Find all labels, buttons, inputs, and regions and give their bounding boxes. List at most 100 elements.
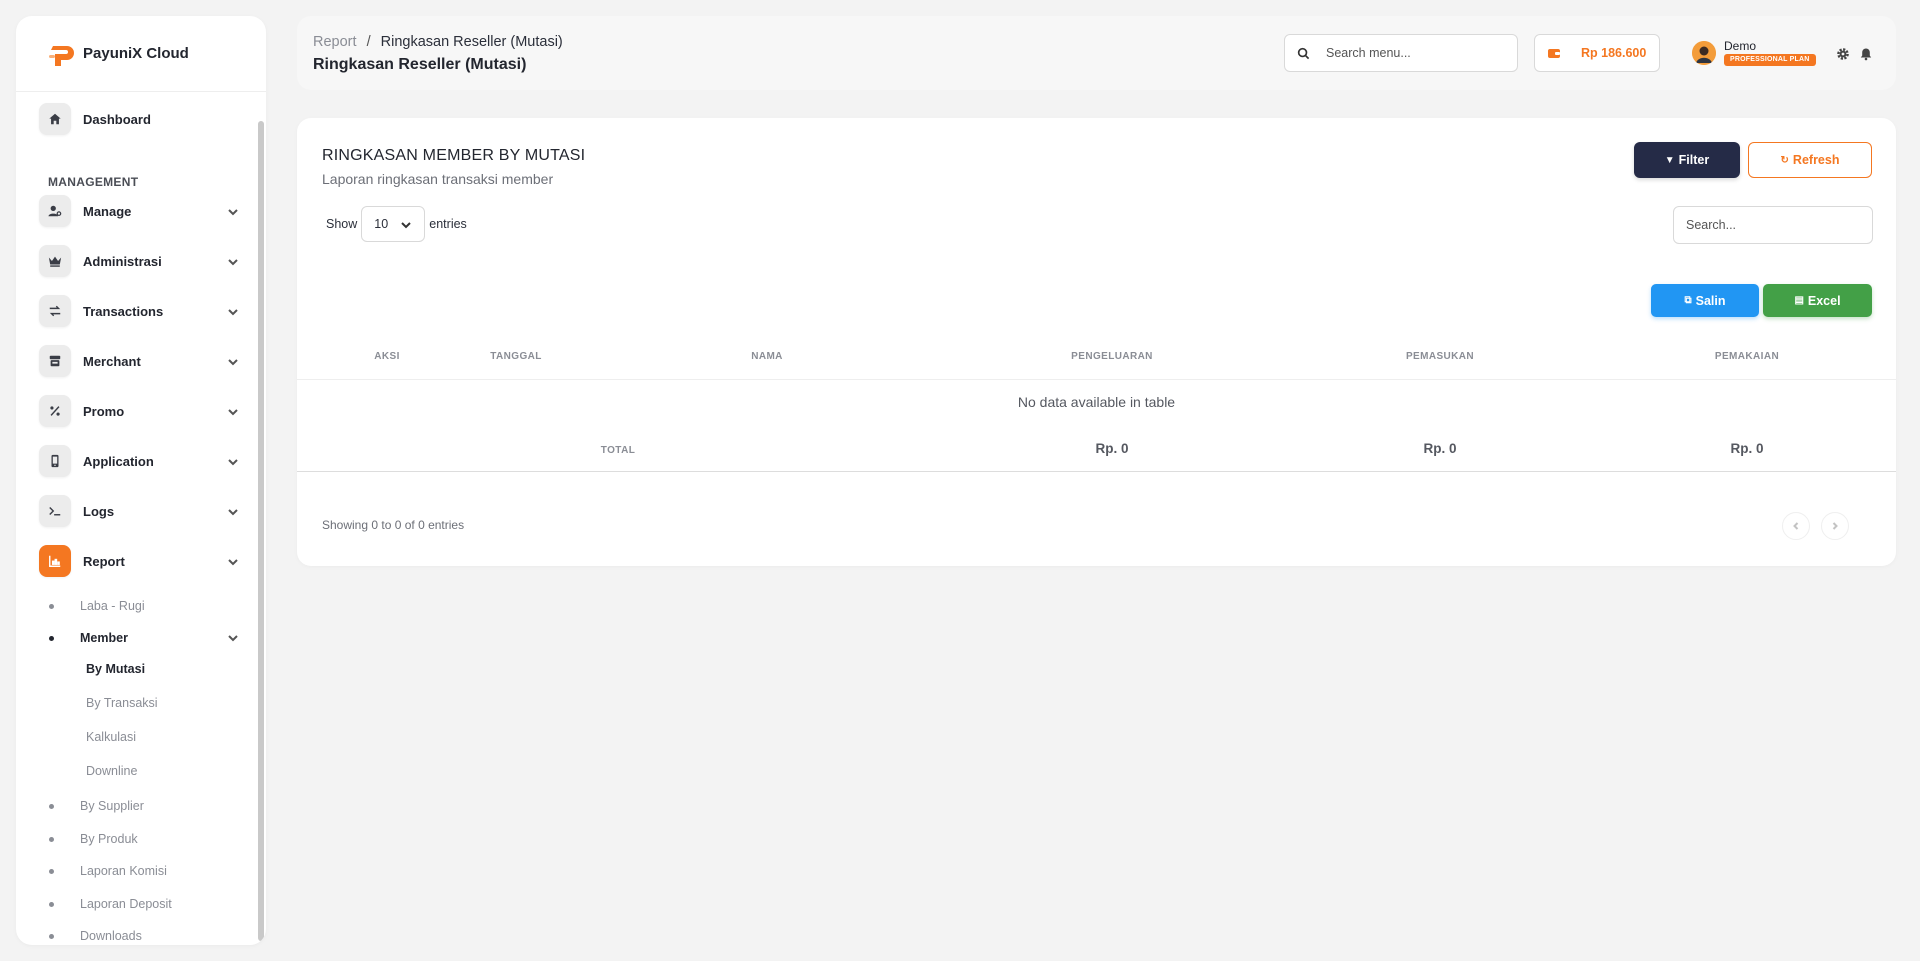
table-header-divider (297, 379, 1896, 380)
chevron-down-icon (227, 455, 239, 467)
sidebar-item-label: Promo (83, 403, 125, 419)
refresh-button-label: Refresh (1792, 153, 1840, 167)
sidebar-item-manage[interactable]: Manage (39, 193, 239, 229)
page-length-select[interactable]: 10 (361, 206, 426, 242)
sidebar-subitem-label: By Produk (80, 832, 138, 846)
sidebar-item-label: Report (83, 553, 125, 569)
column-header-tanggal[interactable]: TANGGAL (490, 351, 542, 362)
chevron-down-icon (227, 505, 239, 517)
total-pemakaian: Rp. 0 (1730, 441, 1764, 456)
chevron-down-icon (227, 632, 239, 644)
menu-search-input[interactable] (1326, 46, 1506, 60)
crown-icon (39, 245, 71, 277)
copy-button[interactable]: ⧉ Salin (1651, 284, 1759, 317)
sidebar-subsubitem-by-transaksi[interactable]: By Transaksi (86, 696, 158, 710)
sidebar-item-merchant[interactable]: Merchant (39, 343, 239, 379)
refresh-icon: ↻ (1780, 154, 1789, 166)
sidebar-subitem-label: Laporan Deposit (80, 897, 172, 911)
sidebar-subitem-laporan-deposit[interactable]: Laporan Deposit (49, 894, 239, 914)
balance-amount: Rp 186.600 (1581, 46, 1647, 60)
filter-button[interactable]: ▼ Filter (1634, 142, 1740, 178)
card-subtitle: Laporan ringkasan transaksi member (322, 171, 554, 187)
terminal-icon (39, 495, 71, 527)
breadcrumb-root[interactable]: Report (313, 34, 357, 50)
sidebar-subsubitem-kalkulasi[interactable]: Kalkulasi (86, 730, 136, 744)
table-search-input[interactable] (1674, 218, 1872, 232)
menu-search[interactable] (1284, 34, 1518, 72)
copy-button-label: Salin (1695, 293, 1726, 308)
user-name[interactable]: Demo (1724, 39, 1756, 53)
sidebar-subitem-laba-rugi[interactable]: Laba - Rugi (49, 596, 239, 616)
brand[interactable]: PayuniX Cloud (16, 16, 266, 92)
sidebar-item-logs[interactable]: Logs (39, 493, 239, 529)
wallet-balance[interactable]: Rp 186.600 (1534, 34, 1660, 72)
sidebar-subitem-label: Laporan Komisi (80, 864, 167, 878)
gear-icon[interactable] (1836, 47, 1850, 61)
sidebar-subitem-by-supplier[interactable]: By Supplier (49, 796, 239, 816)
total-label: TOTAL (600, 445, 636, 456)
column-header-aksi[interactable]: AKSI (374, 351, 400, 362)
card-title: RINGKASAN MEMBER BY MUTASI (322, 147, 586, 164)
pagination-next-button[interactable] (1821, 512, 1849, 540)
top-header: Report / Ringkasan Reseller (Mutasi) Rin… (297, 16, 1896, 90)
column-header-pemakaian[interactable]: PEMAKAIAN (1715, 351, 1779, 362)
user-gear-icon (39, 195, 71, 227)
sidebar: PayuniX Cloud Dashboard MANAGEMENT Manag… (16, 16, 266, 945)
refresh-button[interactable]: ↻ Refresh (1748, 142, 1872, 178)
sidebar-item-report[interactable]: Report (39, 543, 239, 579)
column-header-pengeluaran[interactable]: PENGELUARAN (1071, 351, 1153, 362)
sidebar-subitem-downloads[interactable]: Downloads (49, 926, 239, 945)
bullet-dot (49, 836, 54, 842)
chevron-down-icon (227, 555, 239, 567)
bell-icon[interactable] (1859, 47, 1873, 61)
mobile-icon (39, 445, 71, 477)
sidebar-scrollbar[interactable] (258, 121, 264, 941)
sidebar-subitem-by-produk[interactable]: By Produk (49, 829, 239, 849)
sidebar-item-dashboard[interactable]: Dashboard (39, 101, 239, 137)
wallet-icon (1548, 49, 1560, 58)
sidebar-item-application[interactable]: Application (39, 443, 239, 479)
table-footer-divider (297, 471, 1896, 472)
chevron-down-icon (401, 222, 411, 229)
pagination-prev-button[interactable] (1782, 512, 1810, 540)
sidebar-subitem-label: Member (80, 631, 128, 645)
sidebar-subsubitem-by-mutasi[interactable]: By Mutasi (86, 662, 145, 676)
entries-label: entries (429, 217, 467, 231)
sidebar-item-label: Merchant (83, 353, 141, 369)
bullet-dot (49, 868, 54, 874)
sidebar-subitem-label: Downloads (80, 929, 142, 943)
sidebar-item-promo[interactable]: Promo (39, 393, 239, 429)
bullet-dot (49, 933, 54, 939)
chevron-down-icon (227, 405, 239, 417)
sidebar-subitem-laporan-komisi[interactable]: Laporan Komisi (49, 861, 239, 881)
sidebar-item-administrasi[interactable]: Administrasi (39, 243, 239, 279)
sidebar-item-label: Transactions (83, 303, 164, 319)
sidebar-subitem-label: Laba - Rugi (80, 599, 145, 613)
column-header-nama[interactable]: NAMA (751, 351, 783, 362)
table-info: Showing 0 to 0 of 0 entries (322, 518, 465, 532)
sidebar-menu: Dashboard MANAGEMENT Manage Administrasi… (16, 93, 266, 945)
sidebar-item-label: Logs (83, 503, 115, 519)
sidebar-subsubitem-downline[interactable]: Downline (86, 764, 137, 778)
sidebar-item-label: Dashboard (83, 111, 151, 127)
excel-button[interactable]: ▤ Excel (1763, 284, 1872, 317)
brand-logo-icon (49, 45, 74, 66)
copy-icon: ⧉ (1684, 295, 1692, 306)
bullet-dot (49, 901, 54, 907)
store-icon (39, 345, 71, 377)
table-search[interactable] (1673, 206, 1873, 244)
page-length-value: 10 (374, 217, 389, 231)
sidebar-item-label: Administrasi (83, 253, 162, 269)
breadcrumb-current: Ringkasan Reseller (Mutasi) (380, 34, 563, 50)
chevron-right-icon (1832, 522, 1838, 530)
sidebar-item-transactions[interactable]: Transactions (39, 293, 239, 329)
column-header-pemasukan[interactable]: PEMASUKAN (1406, 351, 1474, 362)
filter-button-label: Filter (1678, 153, 1710, 167)
chevron-down-icon (227, 205, 239, 217)
breadcrumb-separator: / (366, 34, 371, 50)
chevron-left-icon (1793, 522, 1799, 530)
avatar[interactable] (1692, 41, 1716, 65)
section-label-management: MANAGEMENT (48, 175, 139, 189)
sidebar-subitem-member[interactable]: Member (49, 628, 239, 648)
percent-icon (39, 395, 71, 427)
